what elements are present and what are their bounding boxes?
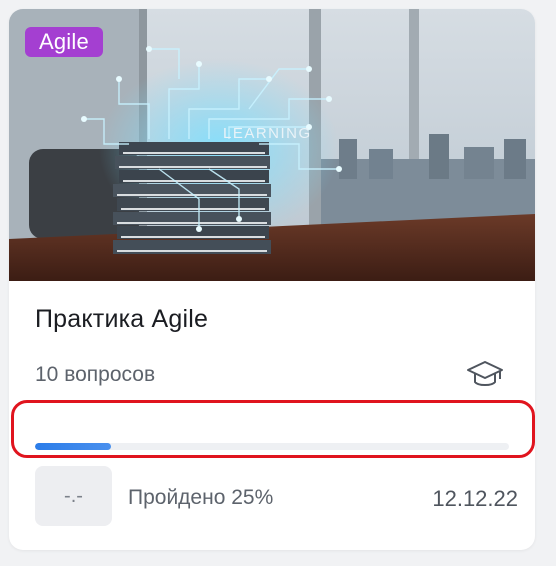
graduation-cap-icon: [465, 357, 505, 393]
progress-bar: [35, 443, 509, 450]
completion-date: 12.12.22: [432, 486, 518, 511]
questions-count: 10 вопросов: [35, 363, 156, 386]
score-box: -.-: [35, 466, 112, 526]
hero-learning-text: LEARNING: [223, 125, 312, 142]
hero-image: LEARNING Agile: [9, 9, 535, 281]
passed-status: Пройдено 25%: [128, 486, 274, 509]
quiz-title: Практика Agile: [35, 305, 209, 333]
quiz-card[interactable]: LEARNING Agile Практика Agile 10 вопросо…: [9, 9, 535, 550]
progress-fill: [35, 443, 111, 450]
category-tag: Agile: [25, 27, 103, 57]
